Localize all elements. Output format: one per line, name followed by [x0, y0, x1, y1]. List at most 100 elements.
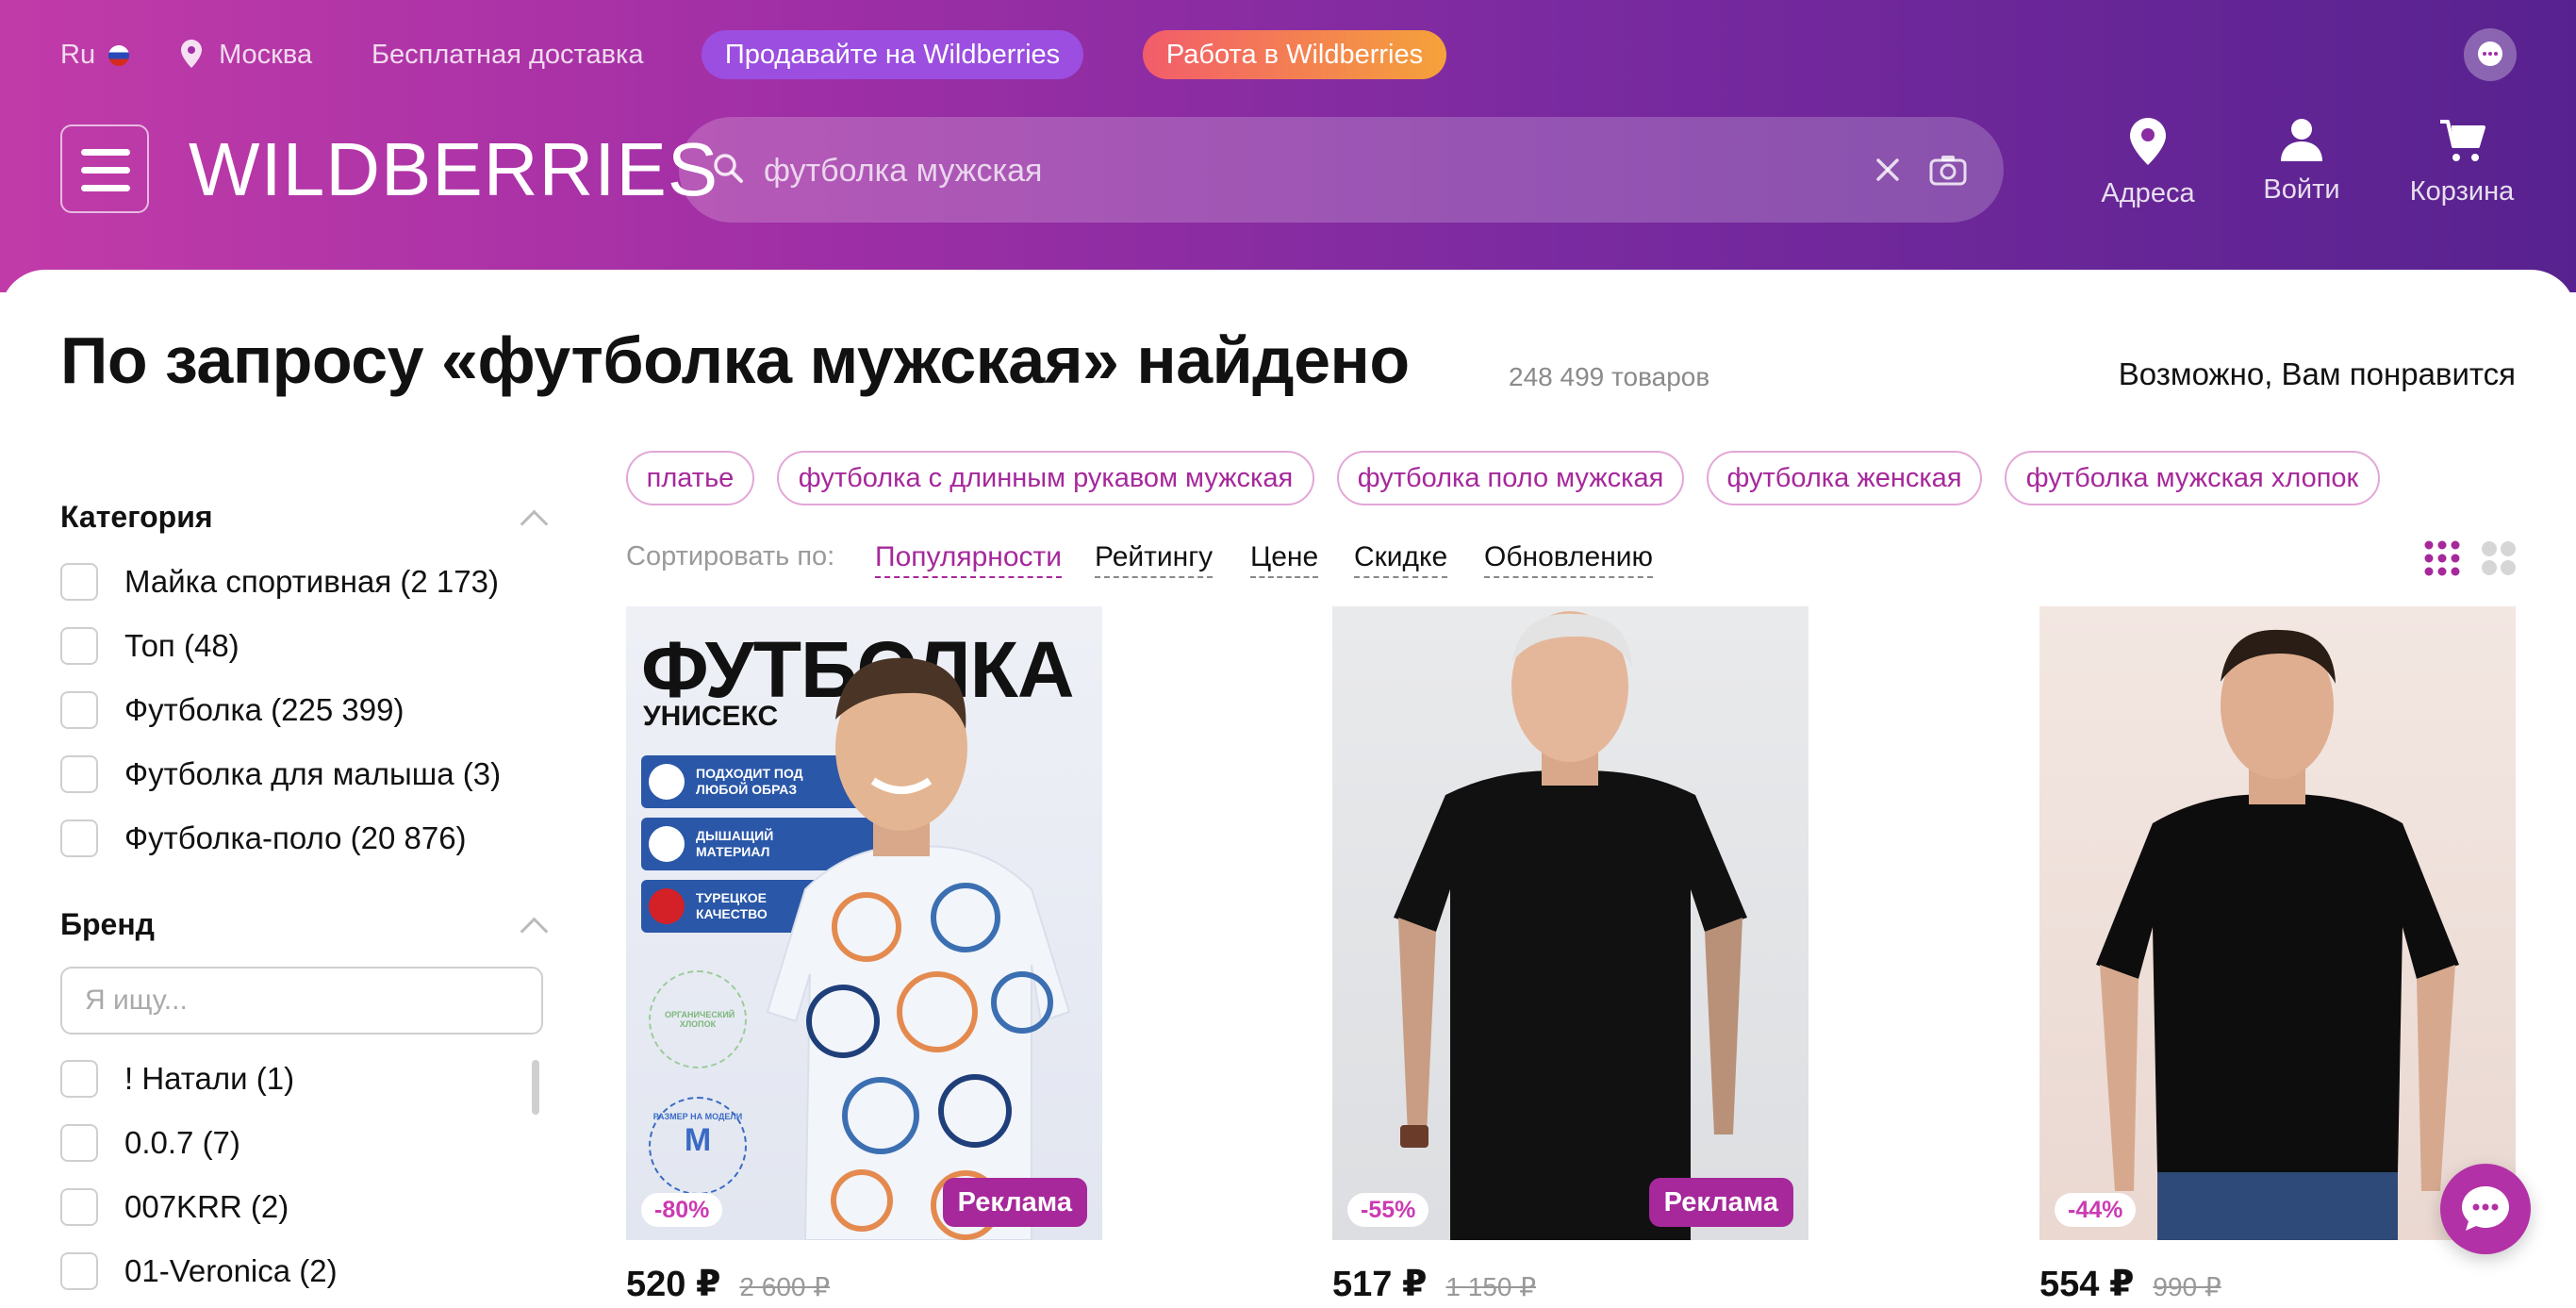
category-option[interactable]: Майка спортивная (2 173) [60, 561, 499, 603]
old-price: 1 150 ₽ [1445, 1272, 1537, 1301]
wildberries-logo[interactable]: WILDBERRIES [189, 130, 718, 209]
product-card-image[interactable]: ФУТБОЛКА УНИСЕКС ПОДХОДИТ ПОД ЛЮБОЙ ОБРА… [626, 606, 1102, 1240]
sell-on-wildberries-button[interactable]: Продавайте на Wildberries [702, 30, 1083, 79]
checkbox[interactable] [60, 1060, 98, 1098]
chat-bubble-icon [2478, 41, 2502, 66]
russia-flag-icon [108, 45, 130, 67]
sort-label: Сортировать по: [626, 541, 835, 571]
product-card-image[interactable]: -55% Реклама [1332, 606, 1808, 1240]
category-option[interactable]: Футболка-поло (20 876) [60, 818, 467, 859]
cart-icon [2440, 120, 2485, 161]
checkbox[interactable] [60, 820, 98, 857]
sort-popularity[interactable]: Популярности [875, 541, 1063, 578]
brand-option-label: 007KRR (2) [124, 1189, 289, 1224]
language-selector[interactable]: Ru [60, 38, 130, 72]
brand-list-scrollbar[interactable] [532, 1060, 539, 1115]
related-search-chip[interactable]: футболка поло мужская [1337, 451, 1684, 505]
discount-badge: -80% [641, 1193, 723, 1227]
old-price: 990 ₽ [2153, 1272, 2221, 1301]
brand-option-label: ! Натали (1) [124, 1061, 295, 1096]
map-pin-icon [2130, 118, 2166, 165]
product-price: 554 ₽ 990 ₽ [2039, 1264, 2221, 1308]
related-search-chip[interactable]: футболка женская [1707, 451, 1982, 505]
related-search-chip[interactable]: платье [626, 451, 754, 505]
category-option-label: Футболка (225 399) [124, 692, 405, 727]
hamburger-icon-line [81, 185, 130, 191]
login-button[interactable]: Войти [2236, 118, 2368, 206]
free-delivery-link[interactable]: Бесплатная доставка [372, 38, 643, 72]
chat-bubble-icon [2462, 1186, 2509, 1231]
product-price: 517 ₽ 1 150 ₽ [1332, 1264, 1536, 1308]
search-icon [714, 154, 743, 183]
user-icon [2281, 119, 2322, 161]
work-in-wildberries-button[interactable]: Работа в Wildberries [1143, 30, 1446, 79]
category-option-label: Футболка-поло (20 876) [124, 820, 467, 855]
category-option-label: Майка спортивная (2 173) [124, 564, 499, 599]
small-grid-view-icon[interactable] [2423, 539, 2461, 577]
category-option[interactable]: Футболка (225 399) [60, 689, 404, 731]
language-label: Ru [60, 40, 96, 70]
clear-search-icon[interactable] [1874, 157, 1901, 183]
product-price: 520 ₽ 2 600 ₽ [626, 1264, 830, 1308]
related-search-chip[interactable]: футболка с длинным рукавом мужская [777, 451, 1314, 505]
location-pin-icon [181, 40, 202, 68]
checkbox[interactable] [60, 1188, 98, 1226]
old-price: 2 600 ₽ [739, 1272, 831, 1301]
category-option[interactable]: Топ (48) [60, 625, 239, 667]
brand-option[interactable]: ! Натали (1) [60, 1058, 294, 1100]
product-photo-model [766, 657, 1071, 1240]
discount-badge: -44% [2055, 1193, 2137, 1227]
brand-option-label: 01-Veronica (2) [124, 1253, 338, 1288]
addresses-button[interactable]: Адреса [2082, 118, 2214, 209]
ad-badge: Реклама [942, 1178, 1087, 1227]
recommendations-heading: Возможно, Вам понравится [2118, 356, 2516, 391]
brand-option[interactable]: 0.0.7 (7) [60, 1122, 240, 1164]
related-search-chip[interactable]: футболка мужская хлопок [2005, 451, 2380, 505]
brand-option-label: 0.0.7 (7) [124, 1125, 240, 1160]
ad-badge: Реклама [1648, 1178, 1793, 1227]
site-header: Ru Москва Бесплатная доставка Продавайте… [0, 0, 2576, 292]
checkbox[interactable] [60, 627, 98, 665]
category-filter-title: Категория [60, 500, 213, 534]
hamburger-icon [81, 149, 130, 156]
floating-chat-button[interactable] [2440, 1164, 2531, 1254]
sort-price[interactable]: Цене [1250, 541, 1319, 578]
category-option-label: Футболка для малыша (3) [124, 756, 502, 791]
results-count: 248 499 товаров [1509, 362, 1710, 391]
current-price: 554 ₽ [2039, 1265, 2135, 1304]
support-chat-button[interactable] [2464, 28, 2517, 81]
search-bar [679, 117, 2004, 223]
category-option-label: Топ (48) [124, 628, 239, 663]
hamburger-icon-line [81, 167, 130, 174]
checkbox[interactable] [60, 1124, 98, 1162]
city-selector[interactable]: Москва [181, 38, 312, 72]
product-photo-model [1394, 611, 1747, 1240]
search-input[interactable] [762, 143, 1803, 198]
brand-filter-title: Бренд [60, 907, 155, 941]
brand-option[interactable]: 01-Veronica (2) [60, 1250, 338, 1292]
checkbox[interactable] [60, 691, 98, 729]
current-price: 520 ₽ [626, 1265, 721, 1304]
camera-search-icon[interactable] [1929, 154, 1967, 186]
login-label: Войти [2263, 174, 2340, 205]
product-photo-model [2096, 629, 2459, 1240]
category-option[interactable]: Футболка для малыша (3) [60, 753, 501, 795]
cart-label: Корзина [2409, 176, 2515, 207]
addresses-label: Адреса [2101, 178, 2195, 208]
sort-discount[interactable]: Скидке [1354, 541, 1448, 578]
checkbox[interactable] [60, 1252, 98, 1290]
cart-button[interactable]: Корзина [2396, 118, 2528, 207]
current-price: 517 ₽ [1332, 1265, 1428, 1304]
brand-option[interactable]: 007KRR (2) [60, 1186, 289, 1228]
sort-update[interactable]: Обновлению [1484, 541, 1654, 578]
discount-badge: -55% [1347, 1193, 1429, 1227]
product-card-image[interactable]: -44% [2039, 606, 2516, 1240]
city-label: Москва [219, 40, 313, 70]
brand-search-input[interactable] [60, 967, 543, 1035]
large-grid-view-icon[interactable] [2480, 539, 2518, 577]
page-title: По запросу «футболка мужская» найдено [60, 323, 1410, 397]
checkbox[interactable] [60, 755, 98, 793]
menu-button[interactable] [60, 124, 149, 213]
sort-rating[interactable]: Рейтингу [1095, 541, 1214, 578]
checkbox[interactable] [60, 563, 98, 601]
